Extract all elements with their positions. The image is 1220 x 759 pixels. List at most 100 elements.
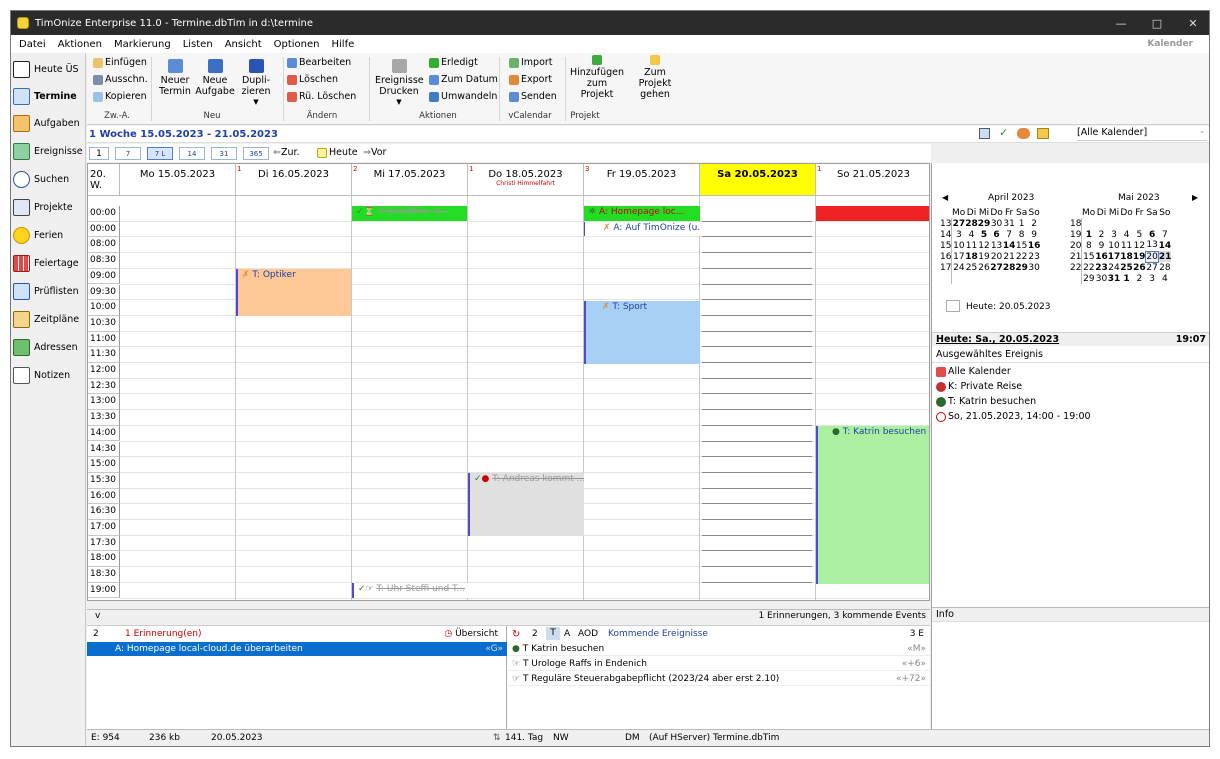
day-header[interactable]: So 21.05.2023 [816,164,929,196]
sidebar-item-zeitplaene[interactable]: Zeitpläne [13,307,85,331]
day-cell[interactable]: 31 [1003,218,1016,229]
day-cell[interactable]: 6 [1146,229,1158,240]
edit-button[interactable]: Bearbeiten [287,57,351,68]
view-1-day[interactable]: 1 [89,147,109,160]
minimize-icon[interactable]: — [1103,11,1139,35]
sidebar-item-adressen[interactable]: Adressen [13,335,85,359]
convert-button[interactable]: Umwandeln [429,91,497,102]
sidebar-item-ferien[interactable]: Ferien [13,223,85,247]
sidebar-item-feiertage[interactable]: Feiertage [13,251,85,275]
goto-project-button[interactable]: Zum Projekt gehen [627,55,683,100]
day-header[interactable]: Di 16.05.2023 [236,164,352,196]
day-cell[interactable]: 2 [1133,273,1146,284]
menu-datei[interactable]: Datei [19,39,46,50]
day-cell[interactable] [978,273,991,284]
day-cell[interactable]: 28 [1003,262,1016,273]
day-cell[interactable] [965,273,978,284]
day-cell[interactable] [1158,218,1171,229]
day-cell[interactable]: 30 [990,218,1003,229]
day-cell[interactable]: 31 [1108,273,1121,284]
day-cell[interactable]: 3 [1146,273,1158,284]
maximize-icon[interactable]: □ [1139,11,1175,35]
day-cell[interactable] [1095,218,1108,229]
menu-listen[interactable]: Listen [183,39,213,50]
day-cell[interactable]: 30 [1028,262,1041,273]
view-31-days[interactable]: 31 [211,147,237,160]
day-cell[interactable]: 11 [1120,240,1133,251]
day-cell[interactable]: 25 [965,262,978,273]
day-cell[interactable]: 13 [990,240,1003,251]
day-cell[interactable]: 11 [965,240,978,251]
calendar-view-icon[interactable] [979,128,990,139]
day-cell[interactable]: 7 [1158,229,1171,240]
day-cell[interactable]: 18 [1120,251,1133,262]
day-cell[interactable]: 16 [1028,240,1041,251]
day-cell[interactable]: 15 [1082,251,1095,262]
menu-optionen[interactable]: Optionen [274,39,320,50]
day-cell[interactable]: 13 [1146,240,1158,251]
upcoming-item[interactable]: ☞ T Urologe Raffs in Endenich «+6» [508,657,930,671]
day-header[interactable]: Do 18.05.2023 Christi Himmelfahrt [468,164,584,196]
today-button[interactable]: Heute [317,147,358,158]
day-cell[interactable]: 28 [965,218,978,229]
day-cell[interactable]: 3 [952,229,965,240]
day-cell[interactable]: 2 [1095,229,1108,240]
day-cell[interactable]: 14 [1158,240,1172,251]
menu-ansicht[interactable]: Ansicht [225,39,262,50]
day-cell[interactable]: 28 [1158,262,1171,273]
people-icon[interactable] [1017,128,1030,139]
tab-aod[interactable]: AOD [578,629,598,639]
send-button[interactable]: Senden [509,91,557,102]
day-cell[interactable]: 29 [978,218,991,229]
cut-button[interactable]: Ausschn. [93,74,148,85]
day-cell[interactable]: 21 [1158,251,1172,262]
menu-hilfe[interactable]: Hilfe [332,39,355,50]
upcoming-item[interactable]: ● T Katrin besuchen «M» [508,642,930,656]
day-cell[interactable]: 15 [1015,240,1028,251]
close-icon[interactable]: ✕ [1175,11,1209,35]
back-button[interactable]: ⇐ Zur. [273,147,300,158]
day-cell[interactable] [1146,218,1158,229]
menu-markierung[interactable]: Markierung [114,39,171,50]
day-cell[interactable]: 22 [1015,251,1028,262]
goto-date-button[interactable]: Zum Datum [429,74,498,85]
day-cell[interactable] [1133,218,1146,229]
sidebar-item-prueflisten[interactable]: Prüflisten [13,279,85,303]
day-cell[interactable]: 1 [1015,218,1028,229]
prev-month-icon[interactable]: ◀ [942,193,948,202]
day-cell[interactable]: 18 [965,251,978,262]
menu-aktionen[interactable]: Aktionen [58,39,102,50]
day-cell[interactable]: 10 [1108,240,1121,251]
day-cell[interactable]: 7 [1003,229,1016,240]
day-cell[interactable] [1015,273,1028,284]
view-365-days[interactable]: 365 [243,147,269,160]
day-cell[interactable]: 1 [1120,273,1133,284]
day-cell[interactable] [1082,218,1095,229]
sidebar-item-termine[interactable]: Termine [13,84,85,108]
day-cell[interactable]: 9 [1028,229,1041,240]
day-cell[interactable]: 20 [990,251,1003,262]
month-grid[interactable]: Mo Di Mi Do Fr Sa So 18 19 1 2 3 4 5 6 7 20 8 9 10 11 12 13 14 2… [1070,207,1172,284]
day-cell[interactable]: 27 [990,262,1003,273]
view-14-days[interactable]: 14 [179,147,205,160]
event-andreas[interactable]: ✓● T: Andreas kommt ... [468,473,584,536]
day-cell[interactable]: 27 [952,218,966,229]
add-to-project-button[interactable]: Hinzufügen zum Projekt [569,55,625,100]
view-7-list[interactable]: 7 L [147,147,173,160]
day-cell[interactable]: 3 [1108,229,1121,240]
day-cell[interactable]: 26 [1133,262,1146,273]
calendar-select[interactable]: [Alle Kalender] ⌄ [1077,127,1207,141]
day-cell[interactable] [952,273,965,284]
minical-today-label[interactable]: Heute: 20.05.2023 [966,302,1051,312]
view-7-days[interactable]: 7 [115,147,141,160]
day-cell[interactable]: 21 [1003,251,1016,262]
day-cell[interactable]: 26 [978,262,991,273]
event-red-block[interactable] [816,206,929,221]
day-cell[interactable]: 12 [1133,240,1146,251]
day-header[interactable]: Mo 15.05.2023 [120,164,236,196]
day-cell[interactable]: 25 [1120,262,1133,273]
print-events-button[interactable]: Ereignisse Drucken ▼ [375,59,424,108]
day-cell[interactable]: 19 [978,251,991,262]
day-cell[interactable]: 30 [1095,273,1108,284]
event-katrin[interactable]: ● T: Katrin besuchen [816,426,929,584]
